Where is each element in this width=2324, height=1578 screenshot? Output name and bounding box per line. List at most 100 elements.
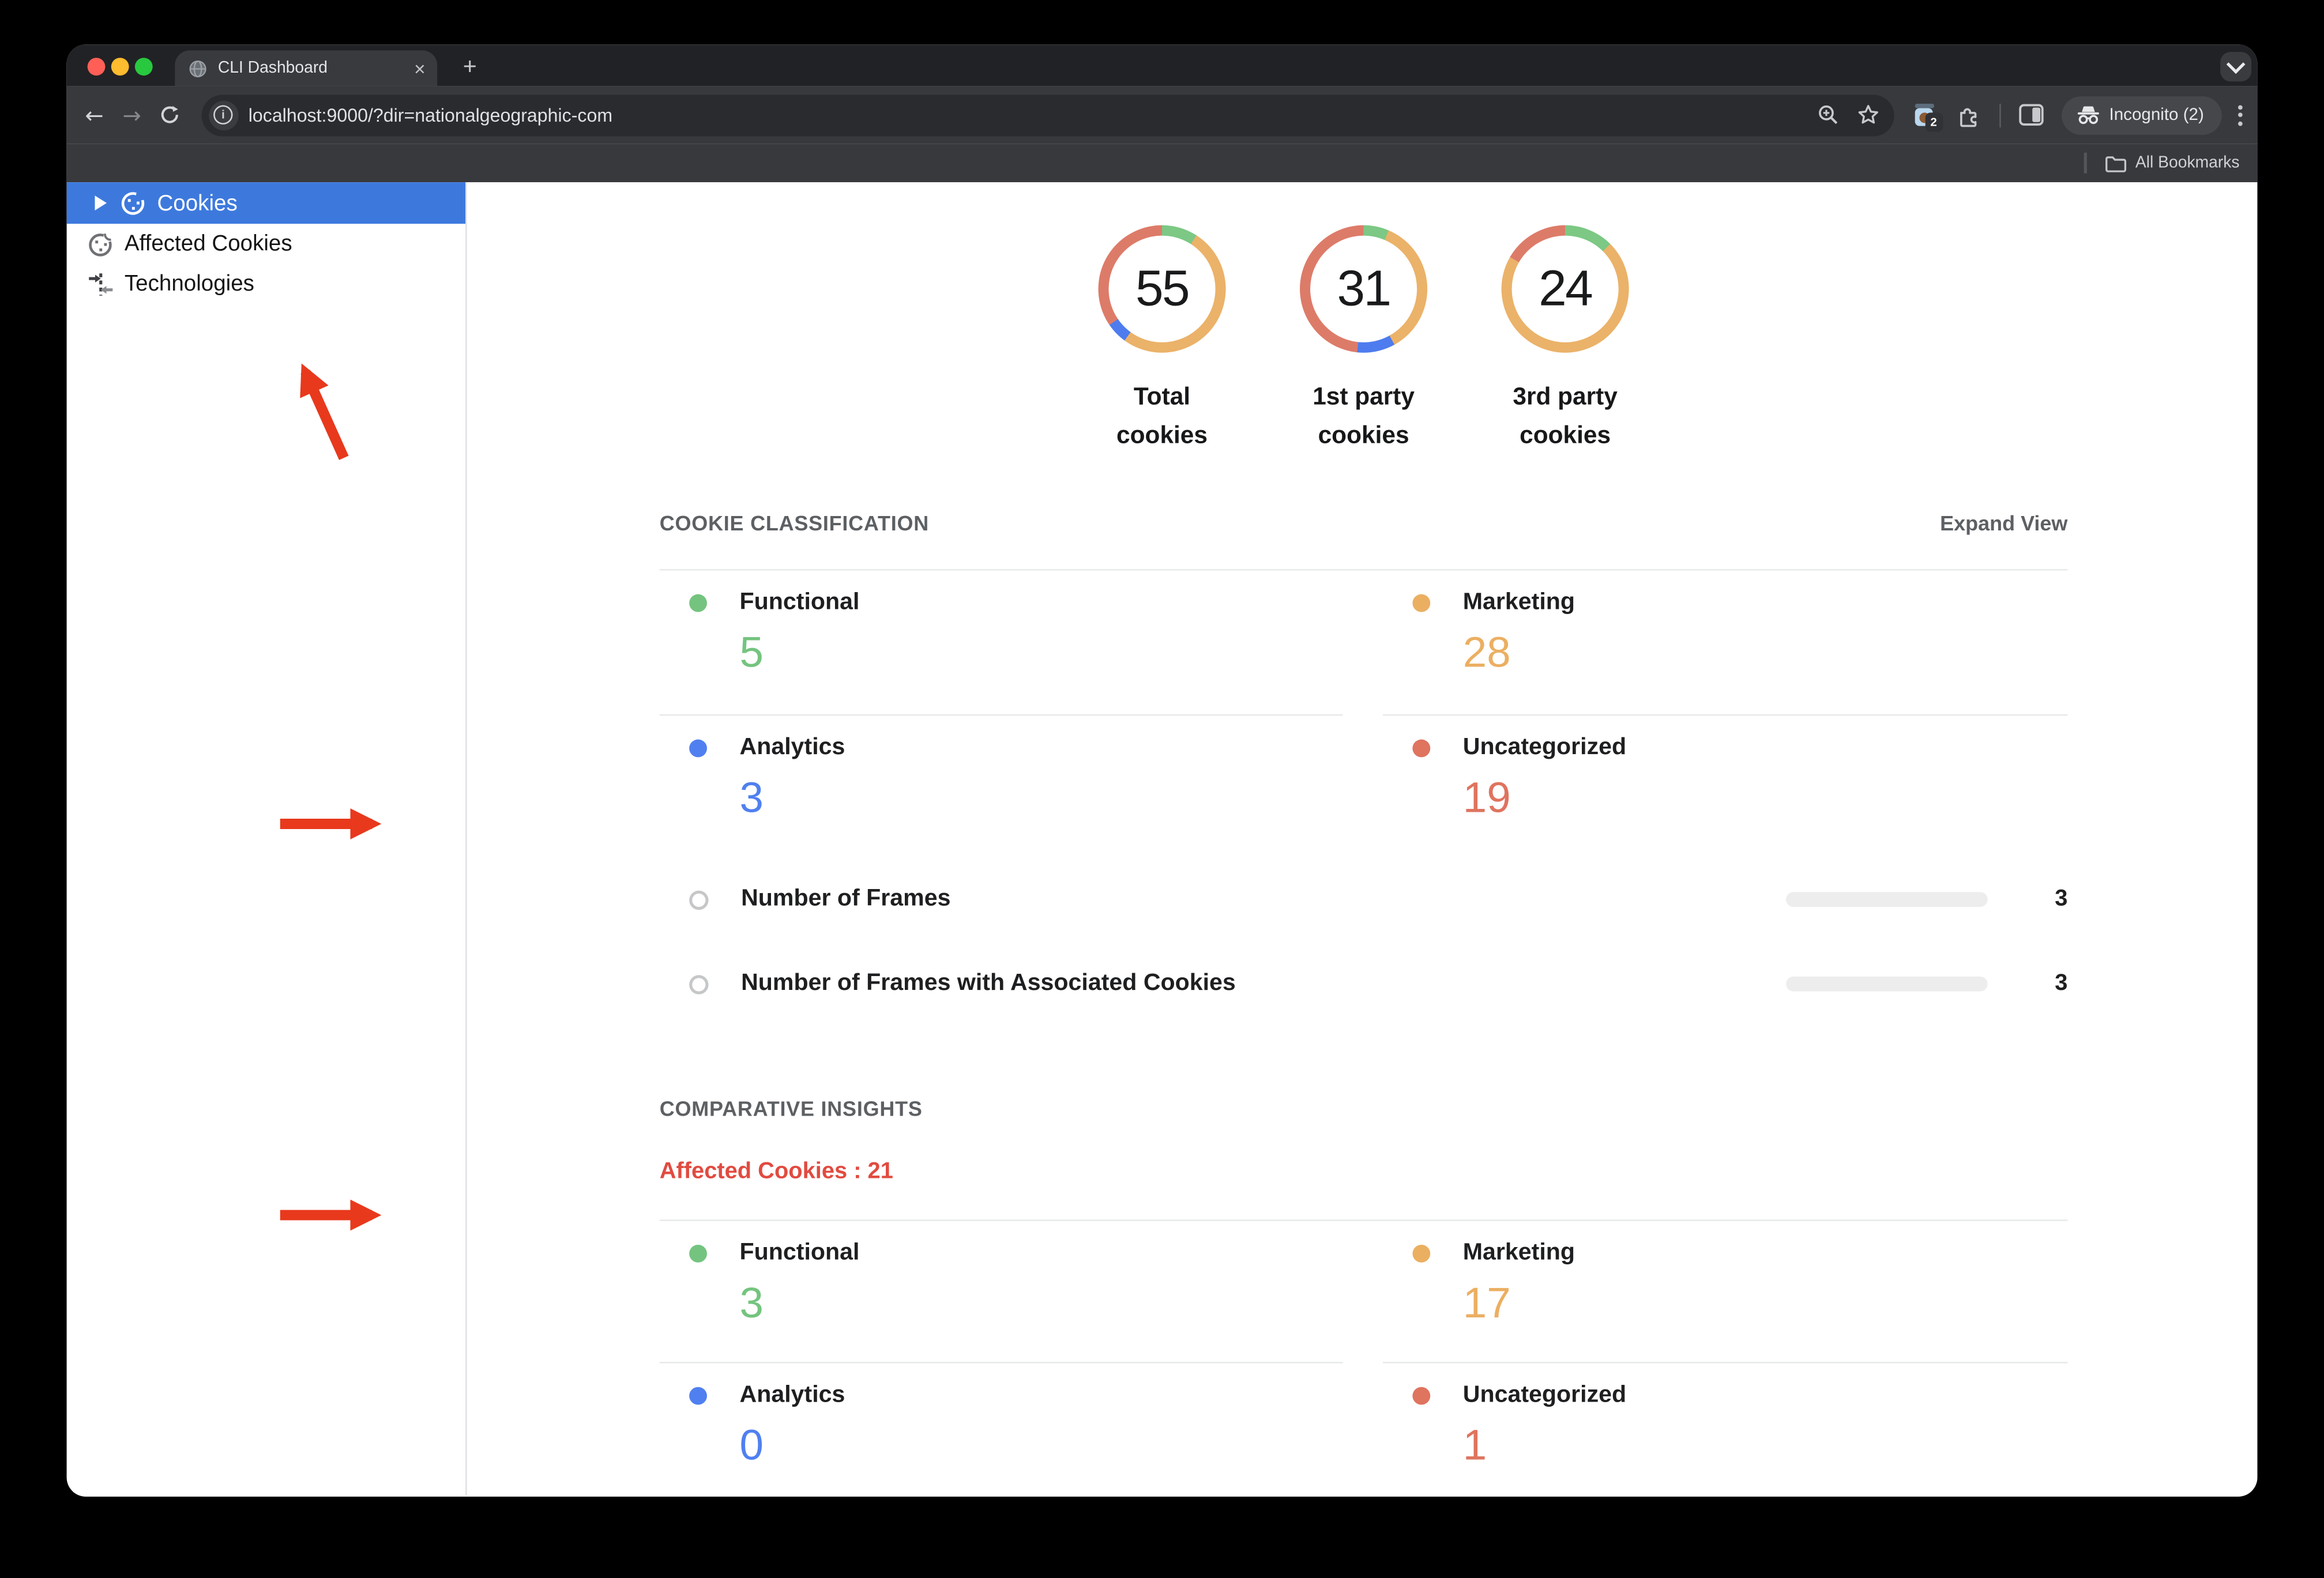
metric-bar — [1786, 976, 1988, 992]
side-panel-button[interactable] — [2019, 104, 2044, 126]
incognito-icon — [2078, 106, 2100, 125]
analytics-dot — [689, 1387, 707, 1405]
toolbar-separator — [1999, 103, 2001, 127]
all-bookmarks-button[interactable]: All Bookmarks — [2135, 154, 2240, 172]
category-label: Analytics — [739, 1382, 845, 1408]
category-value: 1 — [1462, 1422, 1487, 1470]
category-label: Uncategorized — [1462, 735, 1627, 760]
cookie-extension-button[interactable]: 2 — [1913, 103, 1943, 131]
back-button[interactable]: ← — [76, 101, 113, 128]
classification-grid: Functional 5 Marketing 28 Analytics 3 Un… — [659, 568, 2068, 849]
classification-cell-analytics: Analytics 3 — [660, 715, 1343, 849]
classification-cell-marketing: Marketing 28 — [1382, 571, 2068, 716]
browser-toolbar: ← → i localhost:9000/?dir=nationalgeogra… — [66, 86, 2258, 144]
category-value: 0 — [739, 1422, 764, 1470]
uncategorized-dot — [1412, 1387, 1431, 1405]
reload-button[interactable] — [151, 104, 189, 126]
bookmarks-separator — [2084, 152, 2087, 174]
marketing-dot — [1412, 1244, 1431, 1263]
incognito-label: Incognito (2) — [2109, 106, 2204, 124]
sidebar-item-technologies[interactable]: Technologies — [67, 263, 465, 303]
zoom-page-button[interactable] — [1817, 104, 1839, 126]
category-value: 17 — [1462, 1280, 1511, 1328]
donut-value: 24 — [1539, 260, 1593, 317]
comparative-cell-analytics: Analytics 0 — [660, 1364, 1343, 1496]
tab-search-chevron-button[interactable] — [2220, 51, 2252, 82]
extension-badge: 2 — [1924, 112, 1943, 131]
hollow-dot-icon — [689, 974, 709, 994]
reload-icon — [161, 106, 179, 123]
category-value: 3 — [739, 1280, 764, 1328]
uncategorized-dot — [1412, 739, 1431, 758]
third-party-cookies-donut: 24 3rd party cookies — [1501, 225, 1629, 455]
hollow-dot-icon — [689, 890, 709, 909]
info-icon: i — [213, 105, 233, 125]
sidebar-item-affected-cookies[interactable]: Affected Cookies — [67, 224, 465, 263]
section-title: COOKIE CLASSIFICATION — [659, 511, 930, 535]
site-info-button[interactable]: i — [208, 100, 238, 130]
functional-dot — [689, 1244, 707, 1263]
category-label: Marketing — [1462, 1240, 1575, 1266]
url-text[interactable]: localhost:9000/?dir=nationalgeographic-c… — [249, 104, 1799, 125]
forward-button[interactable]: → — [113, 101, 151, 128]
expand-view-button[interactable]: Expand View — [1940, 511, 2067, 535]
functional-dot — [689, 594, 707, 612]
donut-chart: 55 — [1098, 225, 1226, 353]
classification-header: COOKIE CLASSIFICATION Expand View — [660, 511, 2068, 535]
category-label: Functional — [739, 1240, 860, 1266]
close-window-button[interactable] — [87, 58, 106, 76]
metric-value: 3 — [2055, 970, 2068, 996]
metric-value: 3 — [2055, 886, 2068, 912]
category-label: Functional — [739, 589, 860, 615]
donut-label: 3rd party cookies — [1513, 383, 1618, 449]
category-value: 28 — [1462, 630, 1511, 677]
puzzle-icon — [1960, 107, 1976, 126]
page-content: Cookies Affected Cookies Technologies 55… — [66, 182, 2258, 1496]
close-tab-icon[interactable]: × — [414, 59, 426, 78]
merge-arrows-icon — [88, 270, 114, 297]
frames-with-cookies-metric-row: Number of Frames with Associated Cookies… — [660, 970, 2068, 997]
bookmark-star-button[interactable] — [1856, 104, 1879, 126]
analytics-dot — [689, 739, 707, 758]
active-tab[interactable]: CLI Dashboard × — [175, 50, 438, 86]
comparative-cell-marketing: Marketing 17 — [1382, 1221, 2068, 1364]
donut-label: 1st party cookies — [1313, 383, 1415, 449]
browser-menu-button[interactable] — [2237, 104, 2243, 126]
cookie-summary-donuts: 55 Total cookies 31 1st party cookies 24… — [660, 225, 2068, 455]
comparative-cell-functional: Functional 3 — [659, 1221, 1343, 1364]
affected-cookies-count: Affected Cookies : 21 — [659, 1158, 893, 1184]
donut-value: 31 — [1337, 260, 1392, 317]
donut-value: 55 — [1135, 260, 1190, 317]
classification-cell-functional: Functional 5 — [659, 571, 1343, 716]
address-bar[interactable]: i localhost:9000/?dir=nationalgeographic… — [201, 94, 1894, 136]
donut-chart: 24 — [1501, 225, 1629, 353]
incognito-badge[interactable]: Incognito (2) — [2062, 95, 2222, 134]
category-value: 5 — [739, 630, 764, 677]
marketing-dot — [1412, 594, 1431, 612]
metric-label: Number of Frames — [741, 886, 951, 912]
browser-window: CLI Dashboard × + ← → i localhost:9000/?… — [66, 44, 2258, 1497]
tab-strip: CLI Dashboard × + — [66, 44, 2258, 86]
sidebar-item-label: Cookies — [157, 190, 238, 216]
total-cookies-donut: 55 Total cookies — [1098, 225, 1226, 455]
sidebar-item-label: Technologies — [124, 271, 254, 297]
extensions-button[interactable] — [1956, 103, 1980, 127]
metric-label: Number of Frames with Associated Cookies — [741, 970, 1236, 996]
classification-cell-uncategorized: Uncategorized 19 — [1383, 715, 2067, 849]
category-label: Uncategorized — [1462, 1382, 1627, 1408]
donut-chart: 31 — [1300, 225, 1428, 353]
side-panel-icon — [2019, 104, 2044, 126]
category-value: 3 — [739, 775, 764, 823]
sidebar-item-cookies[interactable]: Cookies — [66, 182, 466, 224]
folder-icon — [2105, 155, 2126, 172]
new-tab-button[interactable]: + — [452, 50, 488, 86]
zoom-window-button[interactable] — [134, 58, 153, 76]
sidebar: Cookies Affected Cookies Technologies — [66, 182, 467, 1496]
magnifier-plus-icon — [1818, 105, 1837, 125]
caret-right-icon[interactable] — [95, 195, 107, 210]
minimize-window-button[interactable] — [111, 58, 129, 76]
sidebar-item-label: Affected Cookies — [124, 231, 292, 257]
tab-title: CLI Dashboard — [217, 59, 328, 77]
globe-icon — [189, 59, 206, 77]
donut-label: Total cookies — [1116, 383, 1208, 449]
